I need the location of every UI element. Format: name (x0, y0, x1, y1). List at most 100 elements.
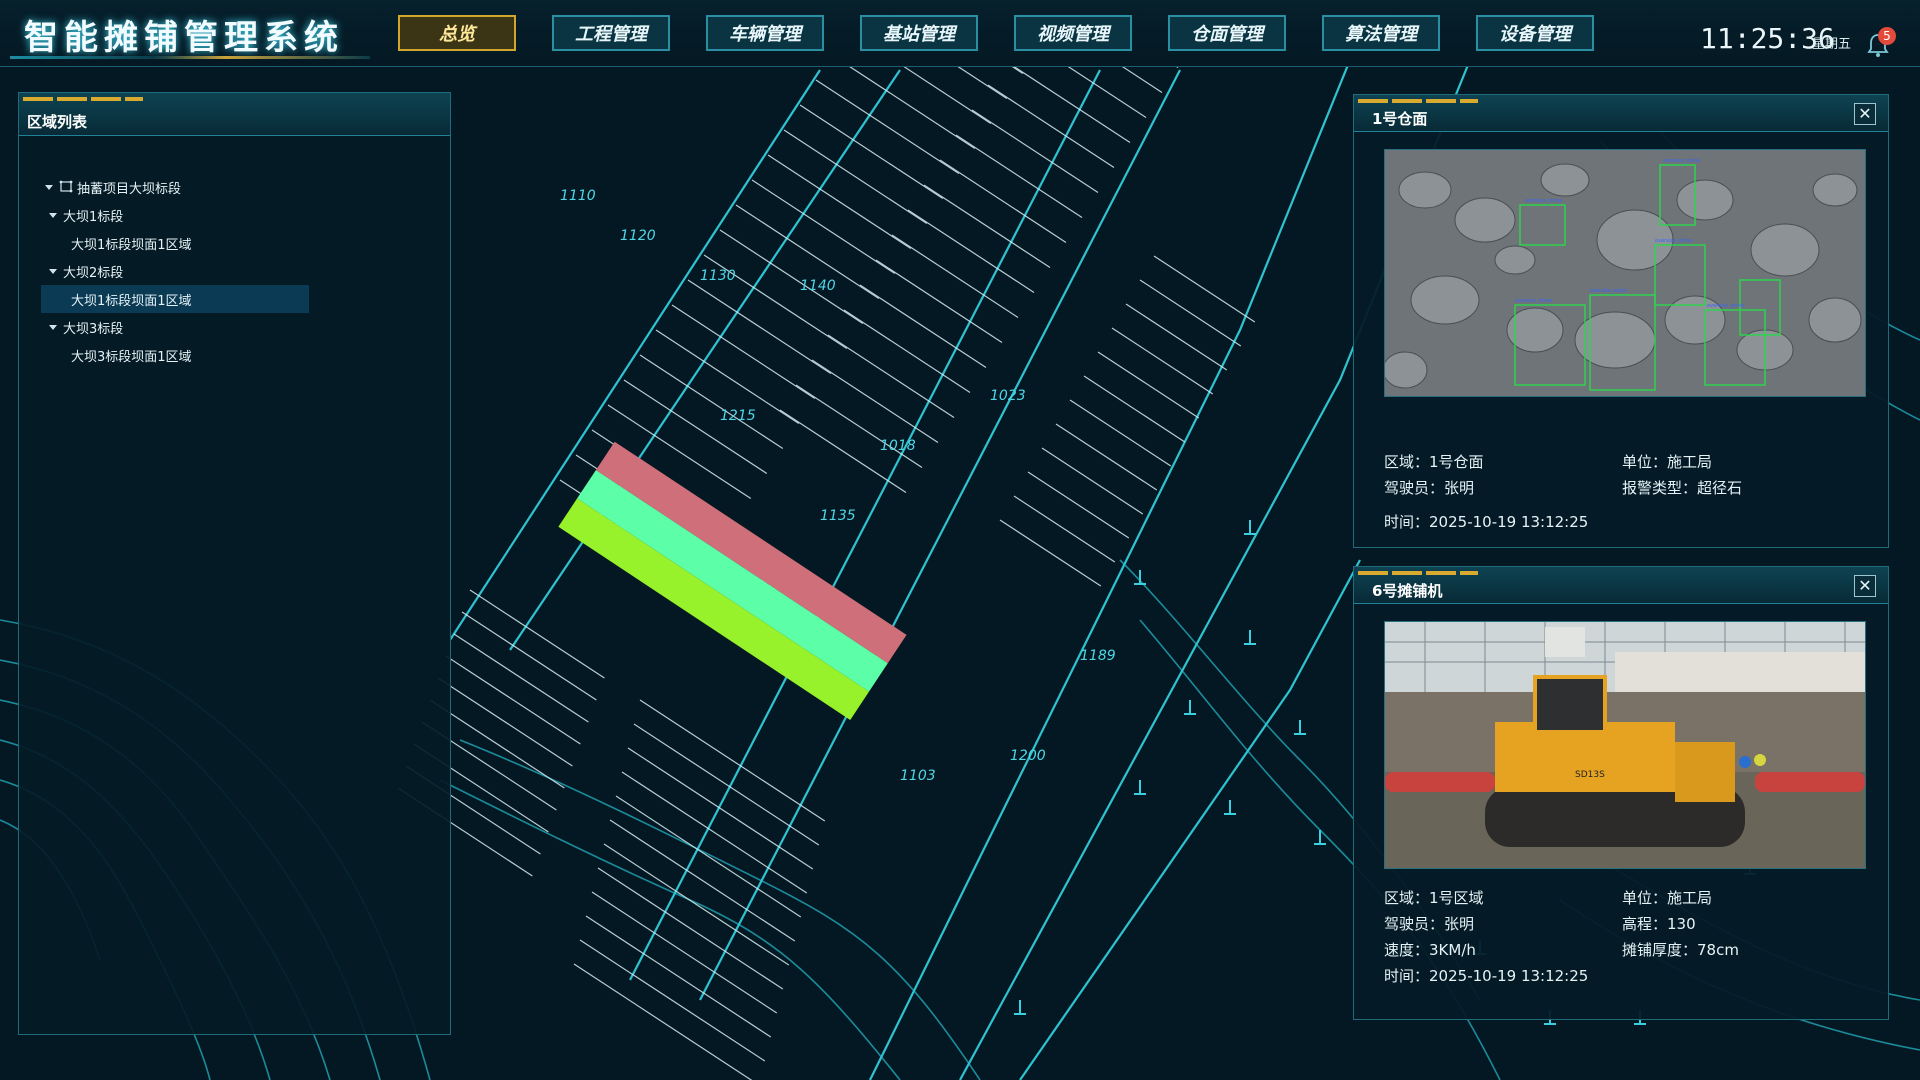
tree-node-label: 抽蓄项目大坝标段 (77, 181, 182, 197)
survey-label: 1215 (720, 408, 756, 424)
tree-leaf-node[interactable]: 大坝3标段坝面1区域 (19, 341, 450, 369)
title-underline (10, 56, 370, 59)
panel-header: 区域列表 (19, 93, 450, 136)
field-elevation: 高程：130 (1622, 913, 1696, 934)
field-alarm-type: 报警类型：超径石 (1622, 477, 1742, 498)
field-unit: 单位：施工局 (1622, 451, 1712, 472)
survey-label: 1130 (700, 268, 736, 284)
chevron-down-icon[interactable] (49, 212, 57, 218)
svg-text:oversize_stone: oversize_stone (1655, 238, 1692, 244)
rock-detection-photo: oversize_stone oversize_stone oversize_s… (1385, 150, 1865, 396)
field-label: 区域： (1384, 889, 1430, 907)
field-value: 2025-10-19 13:12:25 (1429, 967, 1589, 985)
close-button[interactable]: ✕ (1854, 575, 1876, 597)
region-list-panel: 区域列表 抽蓄项目大坝标段 大坝1标段 大坝1标段坝面1区域 大坝2标段 大坝1标段坝面… (18, 92, 451, 1035)
field-label: 摊铺厚度： (1622, 941, 1698, 959)
notification-badge: 5 (1878, 27, 1896, 45)
nav-tab-8[interactable]: 设备管理 (1476, 15, 1594, 51)
field-value: 张明 (1444, 915, 1475, 933)
header-stripe (23, 97, 143, 101)
nav-tab-7[interactable]: 算法管理 (1322, 15, 1440, 51)
field-driver: 驾驶员：张明 (1384, 913, 1474, 934)
svg-text:oversize_stone: oversize_stone (1707, 303, 1744, 309)
tree-node-label: 大坝1标段坝面1区域 (71, 237, 192, 253)
bulldozer-photo: SD13S (1385, 622, 1865, 868)
field-value: 1号仓面 (1429, 453, 1484, 471)
paver-image[interactable]: SD13S (1384, 621, 1866, 869)
panel-header: 1号仓面 (1354, 95, 1888, 132)
field-region: 区域：1号仓面 (1384, 451, 1484, 472)
field-label: 报警类型： (1622, 479, 1698, 497)
field-time: 时间：2025-10-19 13:12:25 (1384, 965, 1588, 986)
field-label: 驾驶员： (1384, 915, 1445, 933)
field-label: 驾驶员： (1384, 479, 1445, 497)
field-label: 时间： (1384, 967, 1430, 985)
tree-node-label: 大坝1标段坝面1区域 (71, 293, 192, 309)
panel-title: 6号摊铺机 (1372, 582, 1443, 600)
svg-text:oversize_stone: oversize_stone (1590, 288, 1627, 294)
svg-text:SD13S: SD13S (1575, 770, 1605, 780)
tree-node-label: 大坝2标段 (63, 265, 124, 281)
svg-text:oversize_stone: oversize_stone (1525, 198, 1562, 204)
field-region: 区域：1号区域 (1384, 887, 1484, 908)
region-tree: 抽蓄项目大坝标段 大坝1标段 大坝1标段坝面1区域 大坝2标段 大坝1标段坝面1区域 大坝… (19, 173, 450, 369)
tree-group-node[interactable]: 大坝3标段 (19, 313, 450, 341)
svg-text:oversize_stone: oversize_stone (1663, 158, 1700, 164)
field-thickness: 摊铺厚度：78cm (1622, 939, 1739, 960)
survey-label: 1140 (800, 278, 836, 294)
chevron-down-icon[interactable] (49, 268, 57, 274)
detection-image[interactable]: oversize_stone oversize_stone oversize_s… (1384, 149, 1866, 397)
field-label: 高程： (1622, 915, 1668, 933)
survey-label: 1200 (1010, 748, 1046, 764)
nav-tab-2[interactable]: 工程管理 (552, 15, 670, 51)
field-value: 2025-10-19 13:12:25 (1429, 513, 1589, 531)
survey-label: 1189 (1080, 648, 1116, 664)
close-button[interactable]: ✕ (1854, 103, 1876, 125)
chevron-down-icon[interactable] (45, 184, 53, 190)
tree-leaf-node[interactable]: 大坝1标段坝面1区域 (19, 229, 450, 257)
tree-node-label: 大坝3标段坝面1区域 (71, 349, 192, 365)
field-label: 速度： (1384, 941, 1430, 959)
tree-leaf-node[interactable]: 大坝1标段坝面1区域 (41, 285, 309, 313)
panel-header: 6号摊铺机 (1354, 567, 1888, 604)
tree-node-label: 大坝1标段 (63, 209, 124, 225)
survey-label: 1103 (900, 768, 936, 784)
field-unit: 单位：施工局 (1622, 887, 1712, 908)
panel-title: 1号仓面 (1372, 110, 1428, 128)
survey-label: 1023 (990, 388, 1026, 404)
survey-label: 1135 (820, 508, 856, 524)
field-value: 施工局 (1667, 453, 1713, 471)
warehouse-panel: 1号仓面 ✕ oversize_stone oversize_stone ove… (1353, 94, 1889, 548)
nav-tab-5[interactable]: 视频管理 (1014, 15, 1132, 51)
field-value: 1号区域 (1429, 889, 1484, 907)
header-stripe (1358, 571, 1478, 575)
field-value: 张明 (1444, 479, 1475, 497)
field-label: 单位： (1622, 889, 1668, 907)
field-time: 时间：2025-10-19 13:12:25 (1384, 511, 1588, 532)
nav-tab-3[interactable]: 车辆管理 (706, 15, 824, 51)
app-title: 智能摊铺管理系统 (24, 18, 344, 58)
field-value: 3KM/h (1429, 941, 1476, 959)
weekday: 星期五 (1812, 37, 1852, 52)
tree-group-node[interactable]: 大坝1标段 (19, 201, 450, 229)
field-value: 78cm (1697, 941, 1739, 959)
nav-tab-4[interactable]: 基站管理 (860, 15, 978, 51)
project-icon (59, 180, 73, 193)
survey-label: 1018 (880, 438, 916, 454)
panel-title: 区域列表 (27, 113, 88, 131)
field-label: 时间： (1384, 513, 1430, 531)
top-bar: 智能摊铺管理系统 总览 工程管理 车辆管理 基站管理 视频管理 仓面管理 算法管理 设备管理 … (0, 0, 1920, 67)
nav-tab-6[interactable]: 仓面管理 (1168, 15, 1286, 51)
tree-node-label: 大坝3标段 (63, 321, 124, 337)
chevron-down-icon[interactable] (49, 324, 57, 330)
nav-tab-1[interactable]: 总览 (398, 15, 516, 51)
field-speed: 速度：3KM/h (1384, 939, 1476, 960)
svg-text:oversize_stone: oversize_stone (1515, 298, 1552, 304)
header-stripe (1358, 99, 1478, 103)
survey-label: 1110 (560, 188, 596, 204)
field-value: 超径石 (1697, 479, 1743, 497)
field-value: 130 (1667, 915, 1696, 933)
survey-label: 1120 (620, 228, 656, 244)
tree-group-node[interactable]: 大坝2标段 (19, 257, 450, 285)
tree-root-node[interactable]: 抽蓄项目大坝标段 (19, 173, 450, 201)
